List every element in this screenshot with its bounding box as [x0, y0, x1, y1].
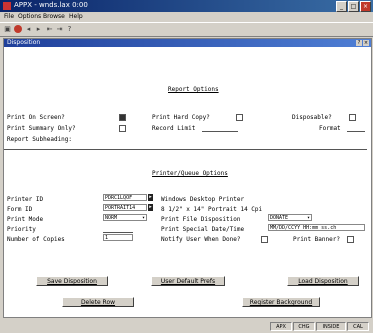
form-id-lookup-icon[interactable]: ▸ — [148, 204, 153, 211]
save-disposition-button[interactable]: Save Disposition — [36, 276, 108, 286]
toolbar: ▣ ◂ ▸ ⇤ ⇥ ? — [0, 22, 373, 37]
app-icon — [3, 2, 11, 10]
printer-id-lookup-icon[interactable]: ▸ — [148, 194, 153, 201]
disposable-label: Disposable? — [292, 114, 332, 121]
printer-id-description: Windows Desktop Printer — [161, 196, 245, 203]
notify-user-when-done-checkbox[interactable] — [261, 236, 268, 243]
number-of-copies-label: Number of Copies — [7, 236, 65, 243]
printer-id-input[interactable]: PDRC1LQOF — [103, 194, 147, 201]
last-icon[interactable]: ⇥ — [56, 25, 63, 33]
print-file-disposition-select[interactable]: DONATE — [268, 214, 312, 221]
forward-icon[interactable]: ▸ — [35, 25, 42, 33]
print-hard-copy-checkbox[interactable] — [236, 114, 243, 121]
application-window: APPX - wnds.lax 0:00 _ □ × File Options … — [0, 0, 373, 333]
print-banner-label: Print Banner? — [293, 236, 340, 243]
menu-browse[interactable]: Browse — [43, 13, 65, 20]
print-on-screen-label: Print On Screen? — [7, 114, 65, 121]
print-summary-only-label: Print Summary Only? — [7, 125, 76, 132]
format-label: Format — [319, 125, 341, 132]
format-input[interactable] — [347, 131, 365, 132]
stop-icon[interactable] — [14, 25, 22, 33]
printer-options-heading: Printer/Queue Options — [152, 170, 228, 177]
print-special-datetime-label: Print Special Date/Time — [161, 226, 245, 233]
status-cell-apx: APX — [270, 322, 292, 331]
save-icon[interactable]: ▣ — [4, 25, 11, 33]
print-banner-checkbox[interactable] — [347, 236, 354, 243]
disposable-checkbox[interactable] — [349, 114, 356, 121]
menu-file[interactable]: File — [4, 13, 14, 20]
print-on-screen-checkbox[interactable] — [119, 114, 126, 121]
report-subheading-label: Report Subheading: — [7, 136, 73, 143]
help-icon[interactable]: ? — [66, 25, 73, 33]
close-button[interactable]: × — [360, 1, 371, 12]
status-cell-inside: INSIDE — [316, 322, 346, 331]
panel-close-button[interactable]: × — [363, 40, 369, 46]
report-subheading-input[interactable] — [4, 149, 367, 150]
print-file-disposition-label: Print File Disposition — [161, 216, 241, 223]
user-default-prefs-button[interactable]: User Default Prefs — [151, 276, 225, 286]
number-of-copies-input[interactable]: 1 — [103, 234, 133, 241]
print-mode-select[interactable]: NORM — [103, 214, 147, 221]
title-bar: APPX - wnds.lax 0:00 _ □ × — [0, 0, 373, 12]
record-limit-label: Record Limit — [152, 125, 196, 132]
priority-input[interactable] — [103, 232, 133, 233]
form-id-label: Form ID — [7, 206, 33, 213]
print-special-datetime-input[interactable]: MM/DD/CCYY HH:mm ss.ch — [268, 224, 365, 231]
panel-title-bar: Disposition ? × — [4, 39, 371, 47]
delete-row-button[interactable]: Delete Row — [62, 297, 134, 307]
print-mode-label: Print Mode — [7, 216, 44, 223]
record-limit-input[interactable] — [202, 131, 238, 132]
first-icon[interactable]: ⇤ — [46, 25, 53, 33]
priority-label: Priority — [7, 226, 36, 233]
disposition-panel: Disposition ? × Report Options Print On … — [3, 38, 372, 318]
print-summary-only-checkbox[interactable] — [119, 125, 126, 132]
maximize-button[interactable]: □ — [348, 1, 359, 12]
status-cell-cal: CAL — [347, 322, 369, 331]
panel-title: Disposition — [7, 39, 41, 46]
window-title: APPX - wnds.lax 0:00 — [14, 1, 88, 9]
register-background-button[interactable]: Register Background — [242, 297, 320, 307]
menu-help[interactable]: Help — [69, 13, 83, 20]
notify-user-when-done-label: Notify User When Done? — [161, 236, 241, 243]
panel-help-button[interactable]: ? — [356, 40, 362, 46]
back-icon[interactable]: ◂ — [25, 25, 32, 33]
minimize-button[interactable]: _ — [336, 1, 347, 12]
status-bar: APX CHG INSIDE CAL — [0, 320, 373, 333]
form-id-description: 8 1/2" x 14" Portrait 14 Cpi — [161, 206, 263, 213]
menu-bar: File Options Browse Help — [0, 12, 373, 21]
menu-options[interactable]: Options — [18, 13, 41, 20]
print-hard-copy-label: Print Hard Copy? — [152, 114, 210, 121]
printer-id-label: Printer ID — [7, 196, 44, 203]
load-disposition-button[interactable]: Load Disposition — [287, 276, 359, 286]
form-id-input[interactable]: PORTRAIT14 — [103, 204, 147, 211]
status-cell-chg: CHG — [293, 322, 315, 331]
report-options-heading: Report Options — [168, 86, 219, 93]
